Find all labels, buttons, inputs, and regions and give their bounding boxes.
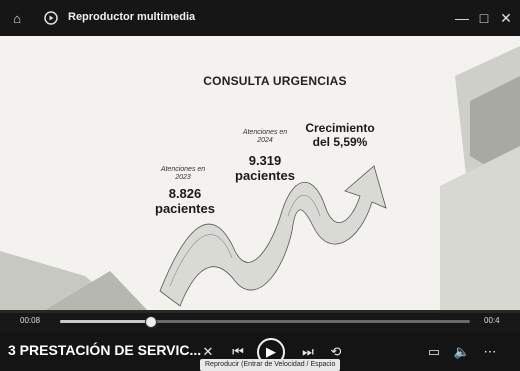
unit-2023: pacientes [155,201,215,216]
home-icon[interactable]: ⌂ [8,9,26,27]
volume-icon[interactable]: 🔈 [452,342,472,362]
minimize-button[interactable]: — [452,8,472,28]
app-title: Reproductor multimedia [68,11,196,23]
subtitles-icon[interactable]: ▭ [424,342,444,362]
remaining-time: 00:4 [484,316,500,325]
label-2023: Atenciones en 2023 [160,166,206,181]
playback-controls: 3 PRESTACIÓN DE SERVIC... ✕ ⏮ ▶ ⏭ ⟲ ▭ 🔈 … [0,332,520,371]
media-player-icon [42,9,60,27]
media-title: 3 PRESTACIÓN DE SERVIC... [8,342,202,358]
label-2024: Atenciones en 2024 [242,129,288,144]
more-icon[interactable]: ⋯ [480,342,500,362]
growth-label: Crecimiento del 5,59% [300,121,380,149]
seek-bar: 00:08 00:4 [0,310,520,332]
video-frame[interactable]: CONSULTA URGENCIAS Atenciones en 2023 8.… [0,36,520,313]
slide-title: CONSULTA URGENCIAS [203,74,347,88]
progress-fill [60,320,151,323]
elapsed-time: 00:08 [20,316,41,325]
title-bar: ⌂ Reproductor multimedia — □ ✕ [0,0,520,36]
progress-track[interactable] [60,316,470,328]
growth-line-1: Crecimiento [305,121,375,135]
maximize-button[interactable]: □ [474,8,494,28]
close-button[interactable]: ✕ [496,8,516,28]
unit-2024: pacientes [235,168,295,183]
play-tooltip: Reproducir (Entrar de Velocidad / Espaci… [200,359,341,371]
progress-handle[interactable] [145,316,158,328]
value-2024: 9.319 [248,153,282,168]
value-2023: 8.826 [168,186,202,201]
play-icon: ▶ [266,344,276,359]
growth-line-2: del 5,59% [312,135,368,149]
